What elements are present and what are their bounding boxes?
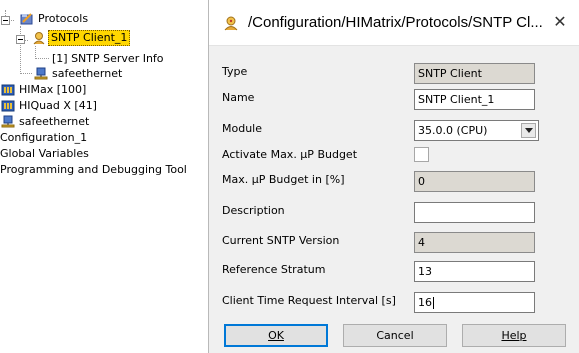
controller-icon	[1, 100, 15, 112]
sntp-client-icon	[224, 16, 238, 31]
module-label: Module	[222, 122, 262, 135]
field-row-stratum: Reference Stratum 13	[209, 258, 579, 284]
tree-item-safeethernet-1[interactable]: safeethernet	[34, 66, 124, 82]
stratum-field[interactable]: 13	[414, 261, 535, 282]
protocols-icon	[20, 13, 33, 25]
field-row-description: Description	[209, 199, 579, 225]
chevron-down-icon[interactable]	[521, 123, 536, 138]
field-row-module: Module 35.0.0 (CPU)	[209, 117, 579, 143]
field-row-interval: Client Time Request Interval [s] 16	[209, 289, 579, 315]
tree-item-hiquad[interactable]: HIQuad X [41]	[1, 98, 99, 114]
project-tree: Protocols SNTP Client_1 [1] SNTP Server …	[0, 0, 212, 353]
interval-value: 16	[418, 296, 432, 309]
tree-item-global-variables[interactable]: Global Variables	[0, 146, 91, 162]
budget-active-label: Activate Max. µP Budget	[222, 148, 358, 161]
dialog-title-bar[interactable]: /Configuration/HIMatrix/Protocols/SNTP C…	[209, 0, 579, 46]
field-row-name: Name SNTP Client_1	[209, 86, 579, 112]
tree-item-sntp-server-info[interactable]: [1] SNTP Server Info	[50, 51, 166, 67]
tree-item-programming-tool[interactable]: Programming and Debugging Tool	[0, 162, 189, 178]
description-label: Description	[222, 204, 285, 217]
field-row-type: Type SNTP Client	[209, 60, 579, 86]
description-field[interactable]	[414, 202, 535, 223]
type-field: SNTP Client	[414, 63, 535, 84]
name-field[interactable]: SNTP Client_1	[414, 89, 535, 110]
network-icon	[1, 115, 15, 128]
tree-item-sntp-client[interactable]: SNTP Client_1	[32, 30, 131, 46]
collapse-protocols-icon[interactable]	[1, 16, 10, 25]
ok-button[interactable]: OK	[224, 324, 328, 347]
text-caret	[433, 297, 434, 309]
stratum-label: Reference Stratum	[222, 263, 326, 276]
sntp-version-label: Current SNTP Version	[222, 234, 340, 247]
module-value: 35.0.0 (CPU)	[418, 124, 488, 137]
interval-label: Client Time Request Interval [s]	[222, 294, 396, 307]
sntp-client-icon	[33, 32, 45, 45]
help-button[interactable]: Help	[462, 324, 566, 347]
type-label: Type	[222, 65, 248, 78]
network-icon	[34, 67, 48, 80]
tree-line	[35, 58, 49, 59]
interval-field[interactable]: 16	[414, 292, 535, 313]
field-row-budget-pct: Max. µP Budget in [%] 0	[209, 168, 579, 194]
tree-item-configuration[interactable]: Configuration_1	[0, 130, 89, 146]
budget-pct-field: 0	[414, 171, 535, 192]
dialog-title: /Configuration/HIMatrix/Protocols/SNTP C…	[248, 14, 543, 31]
tree-line	[20, 73, 32, 74]
field-row-budget-active: Activate Max. µP Budget	[209, 143, 579, 169]
field-row-sntp-version: Current SNTP Version 4	[209, 229, 579, 255]
budget-active-checkbox[interactable]	[414, 147, 429, 162]
name-label: Name	[222, 91, 255, 104]
properties-dialog: /Configuration/HIMatrix/Protocols/SNTP C…	[208, 0, 579, 353]
close-button[interactable]: ✕	[548, 10, 572, 34]
collapse-sntp-client-icon[interactable]	[16, 35, 25, 44]
tree-item-himax[interactable]: HIMax [100]	[1, 82, 88, 98]
controller-icon	[1, 84, 15, 96]
tree-item-protocols[interactable]: Protocols	[20, 11, 90, 27]
cancel-button[interactable]: Cancel	[343, 324, 447, 347]
tree-line	[20, 26, 21, 74]
tree-item-safeethernet-2[interactable]: safeethernet	[1, 114, 91, 130]
sntp-version-field: 4	[414, 232, 535, 253]
budget-pct-label: Max. µP Budget in [%]	[222, 173, 345, 186]
module-select[interactable]: 35.0.0 (CPU)	[414, 120, 539, 141]
